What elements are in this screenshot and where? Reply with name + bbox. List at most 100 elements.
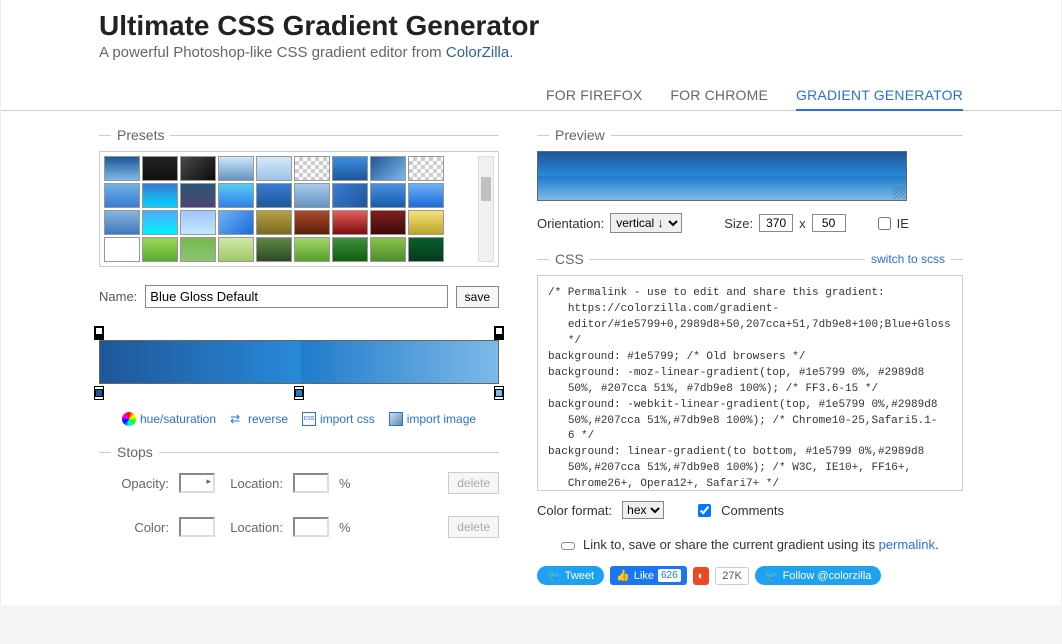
page-subtitle: A powerful Photoshop-like CSS gradient e…	[99, 44, 971, 61]
tab-firefox[interactable]: FOR FIREFOX	[546, 81, 642, 110]
stops-label: Stops	[111, 444, 159, 460]
preset-swatch[interactable]	[142, 156, 178, 181]
comments-label: Comments	[721, 503, 784, 518]
preset-swatch[interactable]	[294, 210, 330, 235]
stumbleupon-count: 27K	[715, 567, 749, 585]
color-stop[interactable]	[294, 386, 304, 400]
preset-swatch[interactable]	[294, 183, 330, 208]
preset-swatch[interactable]	[180, 156, 216, 181]
preset-swatch[interactable]	[104, 237, 140, 262]
size-x: x	[799, 216, 806, 231]
preset-swatch[interactable]	[180, 210, 216, 235]
tweet-button[interactable]: 🐦Tweet	[537, 566, 604, 585]
preview-label: Preview	[549, 127, 611, 143]
preset-swatch[interactable]	[408, 156, 444, 181]
preset-swatch[interactable]	[408, 237, 444, 262]
import-image-icon	[389, 412, 403, 426]
preset-swatch[interactable]	[218, 210, 254, 235]
presets-grid	[104, 156, 474, 262]
presets-box	[99, 151, 499, 267]
preset-swatch[interactable]	[256, 237, 292, 262]
orientation-select[interactable]: vertical ↓	[610, 213, 682, 233]
presets-scrollbar[interactable]	[478, 156, 494, 262]
subtitle-period: .	[509, 44, 513, 61]
fb-like-button[interactable]: 👍Like 626	[610, 566, 687, 585]
import-image-button[interactable]: import image	[389, 412, 476, 426]
comments-checkbox[interactable]	[698, 504, 711, 517]
color-location-pct: %	[339, 520, 351, 535]
gradient-editor[interactable]	[99, 328, 499, 406]
tab-chrome[interactable]: FOR CHROME	[670, 81, 768, 110]
color-format-label: Color format:	[537, 503, 612, 518]
reverse-icon: ⇄	[230, 412, 244, 426]
preset-swatch[interactable]	[256, 156, 292, 181]
preset-swatch[interactable]	[142, 237, 178, 262]
color-location-field[interactable]	[293, 517, 329, 537]
preset-swatch[interactable]	[256, 210, 292, 235]
preset-swatch[interactable]	[104, 210, 140, 235]
opacity-stop[interactable]	[94, 326, 104, 340]
preset-swatch[interactable]	[218, 183, 254, 208]
preset-swatch[interactable]	[332, 183, 368, 208]
share-row: Link to, save or share the current gradi…	[537, 537, 963, 552]
opacity-field[interactable]: ▸	[179, 473, 215, 493]
preset-swatch[interactable]	[332, 237, 368, 262]
size-width-input[interactable]	[759, 214, 793, 232]
color-stop[interactable]	[94, 386, 104, 400]
share-period: .	[935, 537, 939, 552]
twitter-icon: 🐦	[547, 569, 561, 582]
name-input[interactable]	[145, 285, 447, 308]
import-css-button[interactable]: cssimport css	[302, 412, 375, 426]
stumbleupon-button[interactable]: ◐	[693, 567, 710, 585]
preset-swatch[interactable]	[218, 156, 254, 181]
page-title: Ultimate CSS Gradient Generator	[99, 10, 971, 42]
colorzilla-link[interactable]: ColorZilla	[446, 44, 509, 61]
reverse-button[interactable]: ⇄reverse	[230, 412, 288, 426]
import-css-icon: css	[302, 412, 316, 426]
opacity-location-label: Location:	[225, 476, 283, 491]
switch-scss-link[interactable]: switch to scss	[865, 252, 951, 266]
ie-label: IE	[897, 216, 909, 231]
css-output[interactable]: /* Permalink - use to edit and share thi…	[537, 275, 963, 491]
preset-swatch[interactable]	[408, 210, 444, 235]
color-stop[interactable]	[494, 386, 504, 400]
preset-swatch[interactable]	[104, 183, 140, 208]
stumbleupon-icon: ◐	[698, 570, 705, 582]
preset-swatch[interactable]	[142, 210, 178, 235]
color-delete-button[interactable]: delete	[448, 516, 499, 538]
share-text: Link to, save or share the current gradi…	[583, 537, 879, 552]
preset-swatch[interactable]	[256, 183, 292, 208]
opacity-location-pct: %	[339, 476, 351, 491]
opacity-location-field[interactable]	[293, 473, 329, 493]
preset-swatch[interactable]	[370, 237, 406, 262]
preset-swatch[interactable]	[370, 183, 406, 208]
follow-button[interactable]: 🐦Follow @colorzilla	[755, 566, 882, 585]
preset-swatch[interactable]	[104, 156, 140, 181]
permalink-icon	[561, 542, 575, 550]
color-format-select[interactable]: hex	[622, 501, 664, 519]
preset-swatch[interactable]	[218, 237, 254, 262]
preset-swatch[interactable]	[180, 237, 216, 262]
hue-saturation-button[interactable]: hue/saturation	[122, 412, 216, 426]
preview-resize-handle[interactable]	[893, 187, 905, 199]
preset-swatch[interactable]	[370, 156, 406, 181]
thumbs-up-icon: 👍	[616, 569, 630, 582]
gradient-bar[interactable]	[99, 340, 499, 384]
preset-swatch[interactable]	[294, 156, 330, 181]
preset-swatch[interactable]	[142, 183, 178, 208]
ie-checkbox[interactable]	[878, 217, 891, 230]
preset-swatch[interactable]	[408, 183, 444, 208]
tab-gradient-generator[interactable]: GRADIENT GENERATOR	[796, 81, 963, 111]
preset-swatch[interactable]	[332, 210, 368, 235]
color-field[interactable]	[179, 517, 215, 537]
size-label: Size:	[724, 216, 753, 231]
preset-swatch[interactable]	[294, 237, 330, 262]
preset-swatch[interactable]	[180, 183, 216, 208]
opacity-stop[interactable]	[494, 326, 504, 340]
opacity-delete-button[interactable]: delete	[448, 472, 499, 494]
save-button[interactable]: save	[456, 286, 499, 308]
preset-swatch[interactable]	[370, 210, 406, 235]
permalink-link[interactable]: permalink	[879, 537, 935, 552]
size-height-input[interactable]	[812, 214, 846, 232]
preset-swatch[interactable]	[332, 156, 368, 181]
